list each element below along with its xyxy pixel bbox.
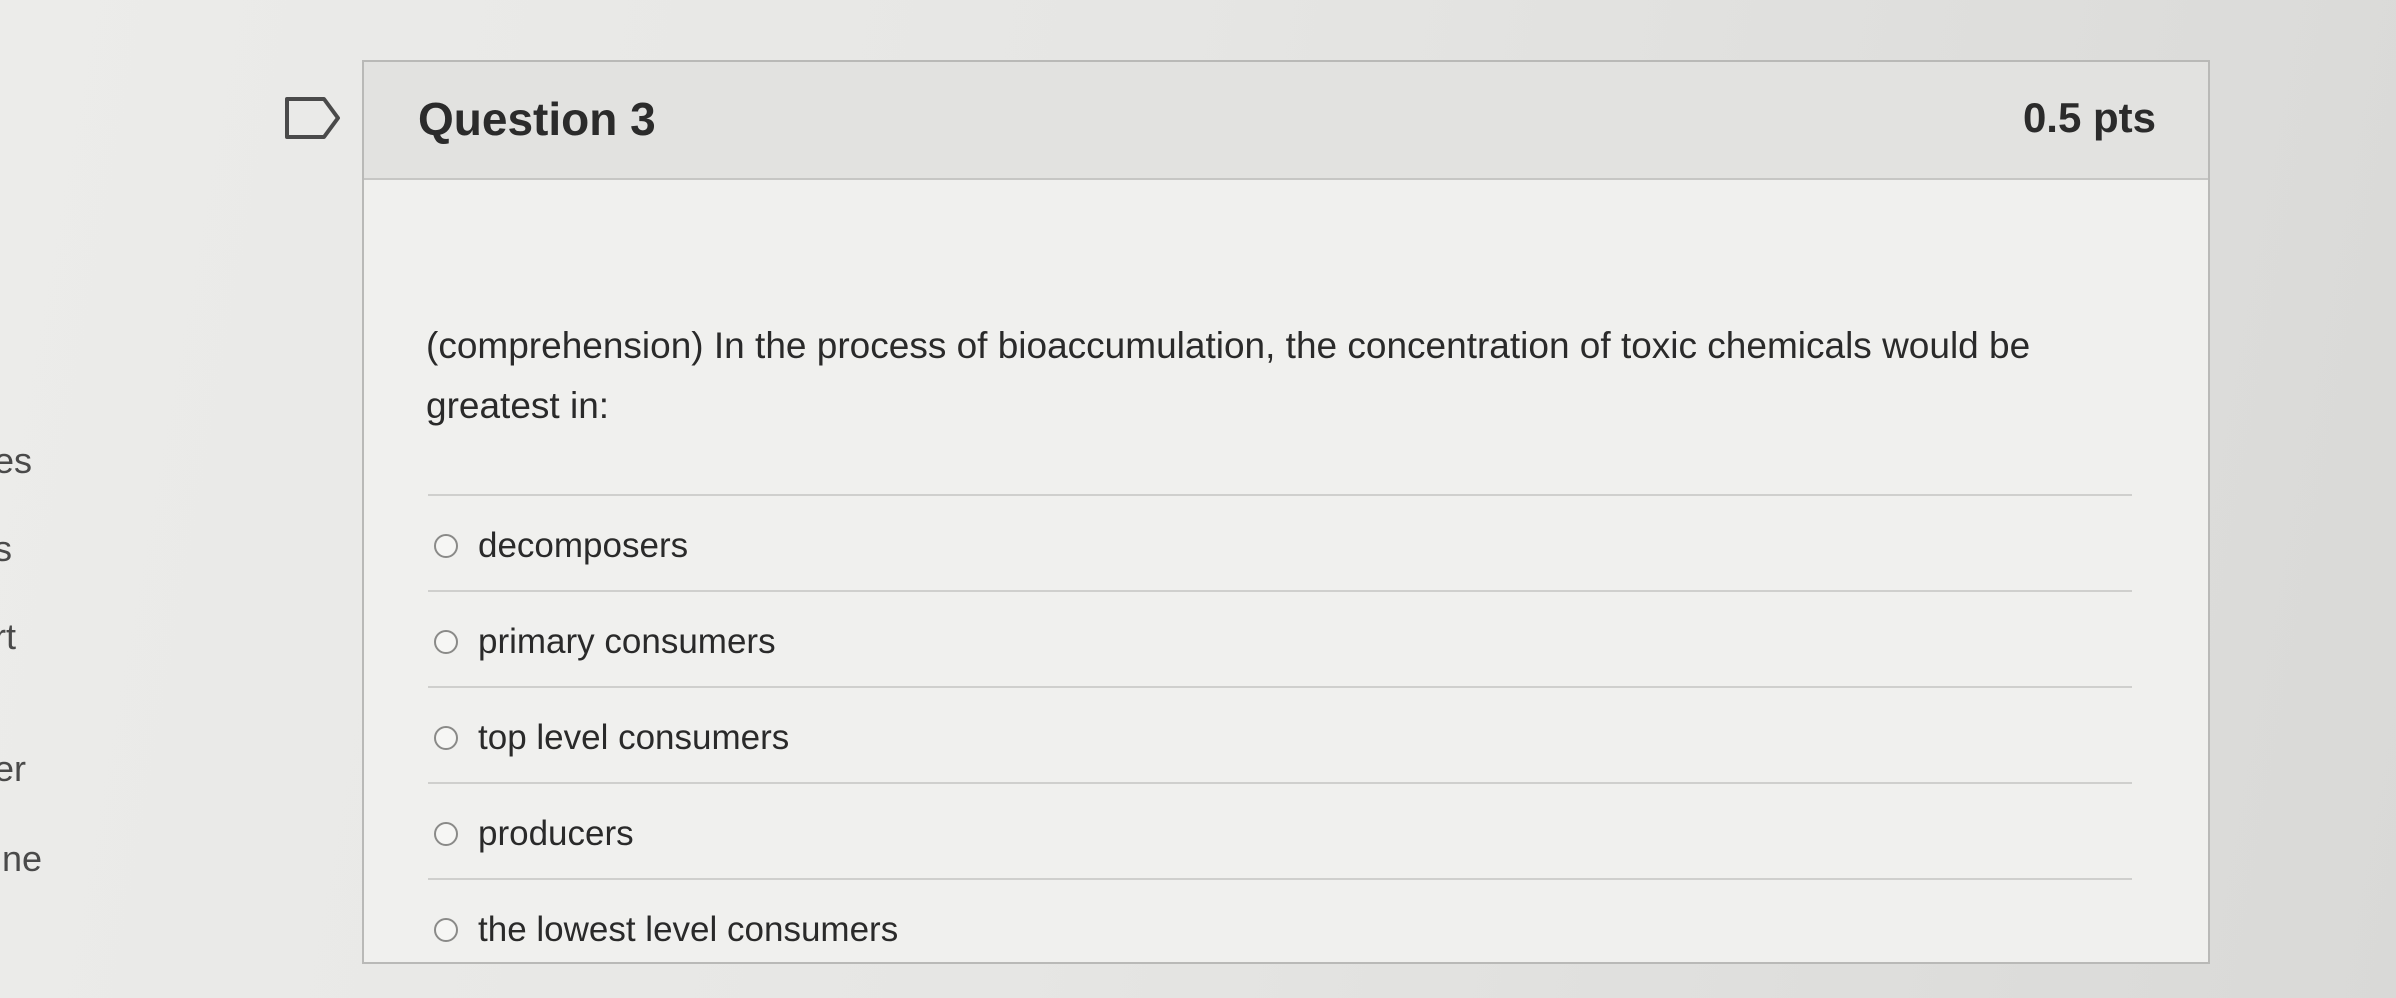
- answer-option[interactable]: top level consumers: [428, 686, 2132, 782]
- radio-button-icon[interactable]: [434, 726, 458, 750]
- radio-button-icon[interactable]: [434, 534, 458, 558]
- flag-icon[interactable]: [284, 96, 342, 140]
- course-nav-item[interactable]: s: [0, 528, 12, 570]
- radio-button-icon[interactable]: [434, 822, 458, 846]
- answer-option[interactable]: decomposers: [428, 494, 2132, 590]
- answer-option[interactable]: producers: [428, 782, 2132, 878]
- question-card: Question 3 0.5 pts (comprehension) In th…: [362, 60, 2210, 964]
- course-nav-item[interactable]: er: [0, 748, 26, 790]
- answer-list: decomposers primary consumers top level …: [428, 494, 2132, 974]
- course-nav-item[interactable]: es: [0, 440, 32, 482]
- course-nav-item[interactable]: ine: [0, 838, 42, 880]
- question-text: (comprehension) In the process of bioacc…: [426, 325, 2031, 426]
- radio-button-icon[interactable]: [434, 630, 458, 654]
- radio-button-icon[interactable]: [434, 918, 458, 942]
- answer-label[interactable]: primary consumers: [478, 622, 776, 662]
- course-nav-sidebar: es s rt er ine: [0, 0, 60, 998]
- answer-label[interactable]: producers: [478, 814, 634, 854]
- answer-label[interactable]: decomposers: [478, 526, 688, 566]
- answer-label[interactable]: top level consumers: [478, 718, 789, 758]
- question-points: 0.5 pts: [2022, 94, 2156, 141]
- answer-option[interactable]: the lowest level consumers: [428, 878, 2132, 974]
- course-nav-item[interactable]: rt: [0, 616, 16, 658]
- question-title: Question 3: [418, 93, 656, 145]
- answer-option[interactable]: primary consumers: [428, 590, 2132, 686]
- answer-label[interactable]: the lowest level consumers: [478, 910, 898, 950]
- question-header: Question 3 0.5 pts: [364, 62, 2208, 180]
